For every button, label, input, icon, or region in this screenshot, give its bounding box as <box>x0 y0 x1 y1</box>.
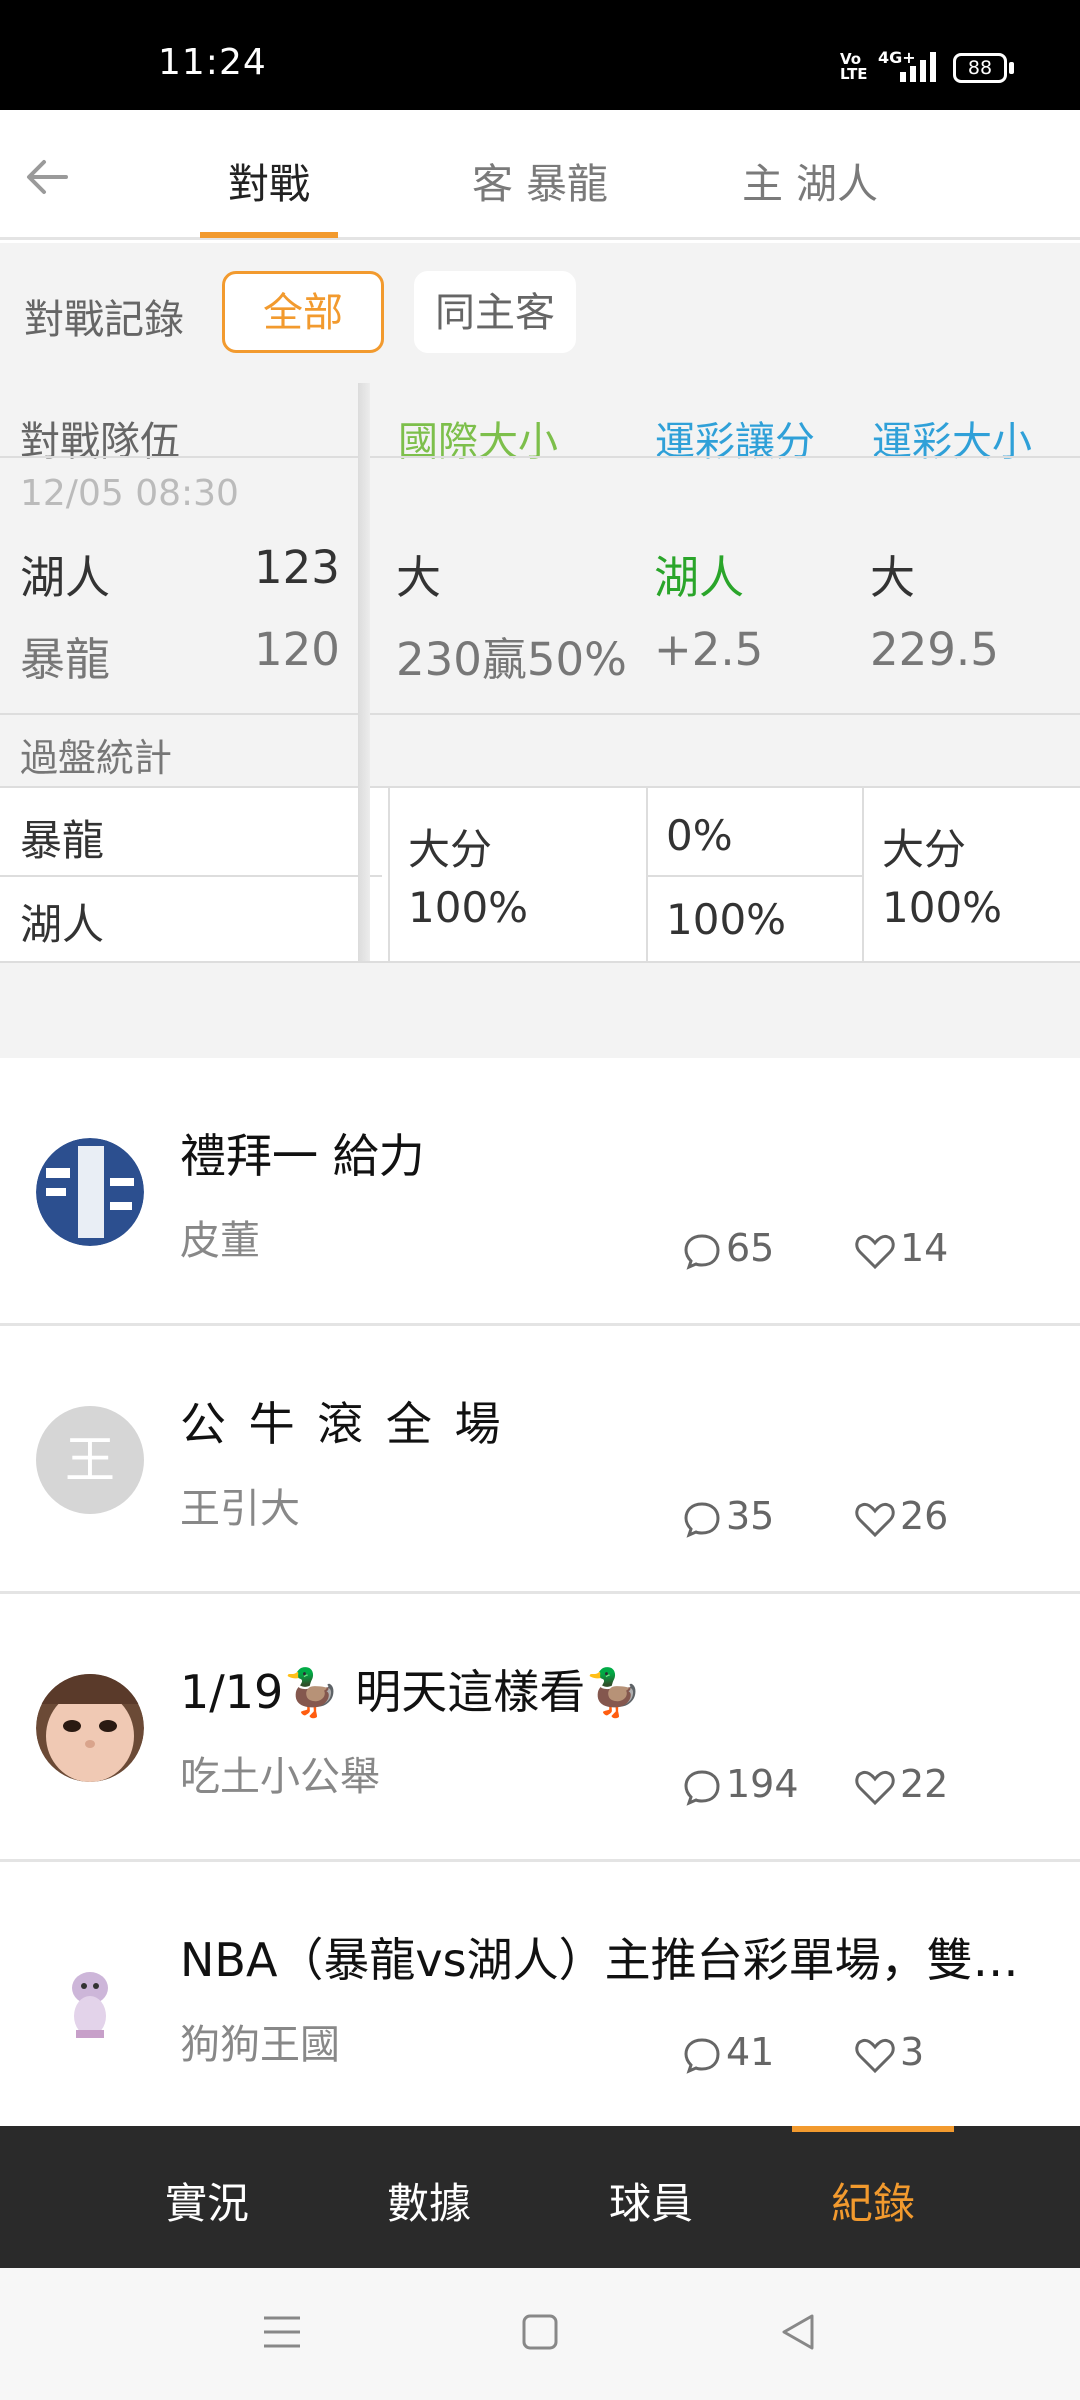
tab-matchup[interactable]: 對戰 <box>200 150 338 210</box>
article-title[interactable]: 禮拜一 給力 <box>180 1120 1060 1186</box>
frozen-column-shadow <box>358 383 370 963</box>
header-total: 運彩大小 <box>872 419 1032 465</box>
comment-count-value: 194 <box>726 1762 799 1806</box>
header-intl-total: 國際大小 <box>398 419 558 465</box>
divider <box>862 788 864 963</box>
comment-count: 41 <box>682 2030 774 2075</box>
divider <box>388 788 390 963</box>
signal-icon <box>898 52 938 82</box>
avatar[interactable] <box>36 1942 144 2050</box>
stats-intl-value: 大分 100% <box>408 825 529 932</box>
stats-label: 過盤統計 <box>20 736 173 780</box>
menu-icon[interactable] <box>262 2312 302 2352</box>
battery-tip <box>1009 62 1014 74</box>
divider <box>646 875 862 877</box>
comment-count: 35 <box>682 1494 774 1539</box>
back-triangle-icon[interactable] <box>778 2312 818 2352</box>
header-spread: 運彩讓分 <box>655 419 815 465</box>
stats-spread-top: 0% <box>666 811 733 860</box>
record-filter: 對戰記錄 全部 同主客 <box>0 243 1080 383</box>
comment-count-value: 41 <box>726 2030 775 2074</box>
section-gap <box>0 963 1080 1058</box>
system-nav <box>0 2268 1080 2400</box>
matchup-table: 對戰隊伍 國際大小 運彩讓分 運彩大小 12/05 08:30 湖人 123 暴… <box>0 383 1080 963</box>
top-nav: 對戰 客 暴龍 主 湖人 <box>0 110 1080 240</box>
status-bar: 11:24 Vo LTE 4G+ 88 <box>0 0 1080 110</box>
article-title[interactable]: 公 牛 滾 全 場 <box>180 1388 1060 1454</box>
list-item[interactable]: 1/19🦆 明天這樣看🦆 吃土小公舉 194 22 <box>0 1594 1080 1862</box>
battery-icon: 88 <box>953 53 1007 83</box>
heart-icon <box>855 2038 895 2073</box>
like-count-value: 26 <box>900 1494 949 1538</box>
bottom-tab-data[interactable]: 數據 <box>349 2170 509 2231</box>
active-tab-underline <box>200 232 338 238</box>
home-team-score: 123 <box>254 541 340 594</box>
avatar[interactable] <box>36 1674 144 1782</box>
divider <box>0 713 1080 715</box>
comment-count-value: 35 <box>726 1494 775 1538</box>
active-bottom-tab-indicator <box>792 2126 954 2132</box>
home-icon[interactable] <box>520 2312 560 2352</box>
heart-icon <box>855 1770 895 1805</box>
away-team-name: 暴龍 <box>20 633 111 686</box>
comment-icon <box>684 1233 720 1270</box>
bottom-tab-players[interactable]: 球員 <box>571 2170 731 2231</box>
list-item[interactable]: 禮拜一 給力 皮董 65 14 <box>0 1058 1080 1326</box>
stats-total-value: 大分 100% <box>882 825 1003 932</box>
comment-count: 194 <box>682 1762 799 1807</box>
article-author[interactable]: 王引大 <box>180 1476 300 1534</box>
heart-icon <box>855 1234 895 1269</box>
avatar[interactable]: 王 <box>36 1406 144 1514</box>
filter-same-venue-chip[interactable]: 同主客 <box>414 271 576 353</box>
comment-icon <box>684 1501 720 1538</box>
intl-result: 大 <box>396 551 442 604</box>
home-team-name: 湖人 <box>20 551 111 604</box>
article-title[interactable]: NBA（暴龍vs湖人）主推台彩單場，雙… <box>180 1924 1060 1990</box>
stats-team-raptors: 暴龍 <box>20 816 105 865</box>
article-author[interactable]: 狗狗王國 <box>180 2012 340 2070</box>
comment-icon <box>684 2037 720 2074</box>
like-count-value: 22 <box>900 1762 949 1806</box>
total-line: 229.5 <box>870 623 999 676</box>
stats-spread-bottom: 100% <box>666 895 787 944</box>
divider <box>0 875 382 877</box>
list-item[interactable]: 王 公 牛 滾 全 場 王引大 35 26 <box>0 1326 1080 1594</box>
bottom-tab-records[interactable]: 紀錄 <box>793 2170 953 2231</box>
spread-result: 湖人 <box>654 551 745 604</box>
article-title[interactable]: 1/19🦆 明天這樣看🦆 <box>180 1656 1060 1722</box>
back-arrow-icon[interactable] <box>22 152 72 202</box>
bottom-tab-live[interactable]: 實況 <box>127 2170 287 2231</box>
heart-icon <box>855 1502 895 1537</box>
article-list: 禮拜一 給力 皮董 65 14 王 公 牛 滾 全 場 王引大 35 26 1/… <box>0 1058 1080 2126</box>
divider <box>0 456 1080 458</box>
stats-team-lakers: 湖人 <box>20 900 105 949</box>
header-teams: 對戰隊伍 <box>20 419 180 465</box>
like-count[interactable]: 22 <box>854 1762 948 1807</box>
like-count[interactable]: 3 <box>854 2030 924 2075</box>
bottom-nav: 實況 數據 球員 紀錄 <box>0 2126 1080 2268</box>
total-result: 大 <box>870 551 916 604</box>
like-count[interactable]: 14 <box>854 1226 948 1271</box>
away-team-score: 120 <box>254 623 340 676</box>
article-author[interactable]: 皮董 <box>180 1208 260 1266</box>
game-datetime: 12/05 08:30 <box>20 473 239 514</box>
filter-label: 對戰記錄 <box>24 297 184 343</box>
comment-count-value: 65 <box>726 1226 775 1270</box>
comment-count: 65 <box>682 1226 774 1271</box>
like-count-value: 14 <box>900 1226 949 1270</box>
spread-line: +2.5 <box>654 623 764 676</box>
volte-icon: Vo LTE <box>840 50 868 83</box>
like-count[interactable]: 26 <box>854 1494 948 1539</box>
intl-line: 230贏50% <box>396 633 627 686</box>
tab-away-raptors[interactable]: 客 暴龍 <box>450 150 630 210</box>
status-time: 11:24 <box>158 42 267 83</box>
tab-home-lakers[interactable]: 主 湖人 <box>720 150 900 210</box>
avatar[interactable] <box>36 1138 144 1246</box>
article-author[interactable]: 吃土小公舉 <box>180 1744 380 1802</box>
filter-all-chip[interactable]: 全部 <box>222 271 384 353</box>
comment-icon <box>684 1769 720 1806</box>
list-item[interactable]: NBA（暴龍vs湖人）主推台彩單場，雙… 狗狗王國 41 3 <box>0 1862 1080 2130</box>
like-count-value: 3 <box>900 2030 925 2074</box>
